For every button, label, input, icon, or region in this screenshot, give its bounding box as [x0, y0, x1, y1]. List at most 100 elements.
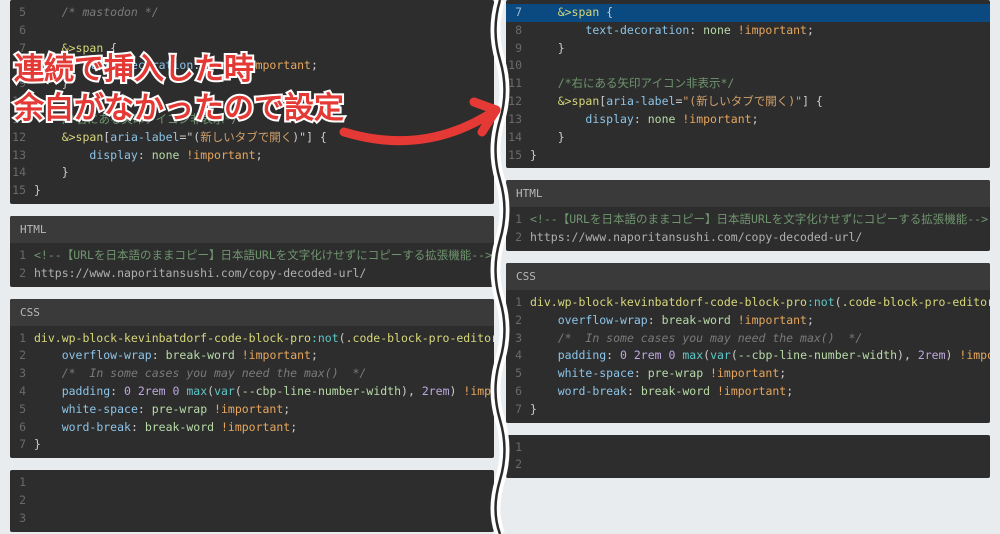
line-number: 6	[10, 419, 34, 437]
line-number: 11	[506, 75, 530, 93]
line-number: 8	[10, 57, 34, 75]
line-content: display: none !important;	[530, 111, 759, 129]
line-content: <!--【URLを日本語のままコピー】日本語URLを文字化けせずにコピーする拡張…	[530, 211, 988, 229]
line-number: 2	[506, 456, 530, 474]
code-line: 10	[10, 93, 494, 111]
line-number: 2	[506, 312, 530, 330]
line-number: 1	[10, 330, 34, 348]
right-html-lines: 1<!--【URLを日本語のままコピー】日本語URLを文字化けせずにコピーする拡…	[506, 207, 990, 251]
left-html-codeblock: HTML 1<!--【URLを日本語のままコピー】日本語URLを文字化けせずにコ…	[10, 216, 494, 287]
line-number: 3	[10, 510, 34, 528]
code-line: 3	[10, 510, 494, 528]
line-content: }	[34, 182, 41, 200]
line-number: 6	[506, 383, 530, 401]
right-css-codeblock: CSS 1div.wp-block-kevinbatdorf-code-bloc…	[506, 263, 990, 423]
code-line: 7}	[10, 436, 494, 454]
line-content: /*右にある矢印アイコン非表示*/	[34, 111, 238, 129]
line-content: text-decoration: none !important;	[34, 57, 318, 75]
right-column: 7 &>span {8 text-decoration: none !impor…	[500, 0, 1000, 534]
line-content: white-space: pre-wrap !important;	[530, 365, 786, 383]
line-content: overflow-wrap: break-word !important;	[34, 347, 318, 365]
left-column: 5 /* mastodon */6 7 &>span {8 text-decor…	[0, 0, 500, 534]
code-line: 11 /*右にある矢印アイコン非表示*/	[10, 111, 494, 129]
code-line: 6 word-break: break-word !important;	[506, 383, 990, 401]
line-number: 1	[506, 439, 530, 457]
line-content	[34, 22, 62, 40]
line-number: 8	[506, 22, 530, 40]
right-html-codeblock: HTML 1<!--【URLを日本語のままコピー】日本語URLを文字化けせずにコ…	[506, 180, 990, 251]
right-html-header: HTML	[506, 180, 990, 207]
line-number: 14	[506, 129, 530, 147]
code-line: 7 &>span {	[506, 4, 990, 22]
line-content	[530, 57, 537, 75]
line-number: 10	[506, 57, 530, 75]
code-line: 2	[506, 456, 990, 474]
line-number: 12	[506, 93, 530, 111]
code-line: 5 white-space: pre-wrap !important;	[506, 365, 990, 383]
line-number: 7	[506, 401, 530, 419]
code-line: 10	[506, 57, 990, 75]
line-content: https://www.naporitansushi.com/copy-deco…	[530, 229, 862, 247]
line-number: 5	[506, 365, 530, 383]
code-line: 2 overflow-wrap: break-word !important;	[506, 312, 990, 330]
code-line: 14 }	[10, 164, 494, 182]
line-content: <!--【URLを日本語のままコピー】日本語URLを文字化けせずにコピーする拡張…	[34, 247, 492, 265]
line-content: /* mastodon */	[34, 4, 159, 22]
left-html-lines: 1<!--【URLを日本語のままコピー】日本語URLを文字化けせずにコピーする拡…	[10, 243, 494, 287]
code-line: 6 word-break: break-word !important;	[10, 419, 494, 437]
right-css-lines: 1div.wp-block-kevinbatdorf-code-block-pr…	[506, 290, 990, 423]
right-top-codeblock: 7 &>span {8 text-decoration: none !impor…	[506, 0, 990, 168]
code-line: 1<!--【URLを日本語のままコピー】日本語URLを文字化けせずにコピーする拡…	[506, 211, 990, 229]
code-line: 13 display: none !important;	[506, 111, 990, 129]
line-number: 6	[10, 22, 34, 40]
code-line: 4 padding: 0 2rem 0 max(var(--cbp-line-n…	[10, 383, 494, 401]
line-content: div.wp-block-kevinbatdorf-code-block-pro…	[530, 294, 990, 312]
right-top-lines: 7 &>span {8 text-decoration: none !impor…	[506, 0, 990, 168]
code-line: 13 display: none !important;	[10, 147, 494, 165]
line-content: }	[34, 164, 69, 182]
line-number: 14	[10, 164, 34, 182]
left-css-header: CSS	[10, 299, 494, 326]
left-top-codeblock: 5 /* mastodon */6 7 &>span {8 text-decor…	[10, 0, 494, 204]
line-number: 3	[506, 330, 530, 348]
line-number: 15	[506, 147, 530, 165]
line-number: 9	[506, 40, 530, 58]
code-line: 2https://www.naporitansushi.com/copy-dec…	[10, 265, 494, 283]
line-content: &>span {	[34, 40, 117, 58]
code-line: 5 white-space: pre-wrap !important;	[10, 401, 494, 419]
line-content: /* In some cases you may need the max() …	[530, 330, 862, 348]
line-content: word-break: break-word !important;	[34, 419, 297, 437]
code-line: 1<!--【URLを日本語のままコピー】日本語URLを文字化けせずにコピーする拡…	[10, 247, 494, 265]
code-line: 1div.wp-block-kevinbatdorf-code-block-pr…	[506, 294, 990, 312]
line-number: 7	[10, 436, 34, 454]
left-html-header: HTML	[10, 216, 494, 243]
code-line: 15}	[506, 147, 990, 165]
line-content: &>span[aria-label="(新しいタブで開く)"] {	[530, 93, 823, 111]
line-content: overflow-wrap: break-word !important;	[530, 312, 814, 330]
code-line: 2 overflow-wrap: break-word !important;	[10, 347, 494, 365]
code-line: 14 }	[506, 129, 990, 147]
code-line: 8 text-decoration: none !important;	[10, 57, 494, 75]
line-content: }	[530, 147, 537, 165]
line-number: 7	[10, 40, 34, 58]
code-line: 4 padding: 0 2rem 0 max(var(--cbp-line-n…	[506, 347, 990, 365]
line-number: 7	[506, 4, 530, 22]
code-line: 2	[10, 492, 494, 510]
line-content: padding: 0 2rem 0 max(var(--cbp-line-num…	[34, 383, 494, 401]
code-line: 3 /* In some cases you may need the max(…	[10, 365, 494, 383]
line-content: div.wp-block-kevinbatdorf-code-block-pro…	[34, 330, 494, 348]
line-number: 4	[10, 383, 34, 401]
line-content: }	[34, 75, 69, 93]
line-number: 13	[506, 111, 530, 129]
line-number: 12	[10, 129, 34, 147]
code-line: 1	[506, 439, 990, 457]
code-line: 12 &>span[aria-label="(新しいタブで開く)"] {	[10, 129, 494, 147]
line-content: word-break: break-word !important;	[530, 383, 793, 401]
line-number: 11	[10, 111, 34, 129]
line-number: 2	[10, 492, 34, 510]
left-empty-lines: 1 2 3	[10, 470, 494, 531]
left-top-lines: 5 /* mastodon */6 7 &>span {8 text-decor…	[10, 0, 494, 204]
line-content: }	[530, 401, 537, 419]
line-number: 2	[10, 347, 34, 365]
line-number: 1	[10, 474, 34, 492]
